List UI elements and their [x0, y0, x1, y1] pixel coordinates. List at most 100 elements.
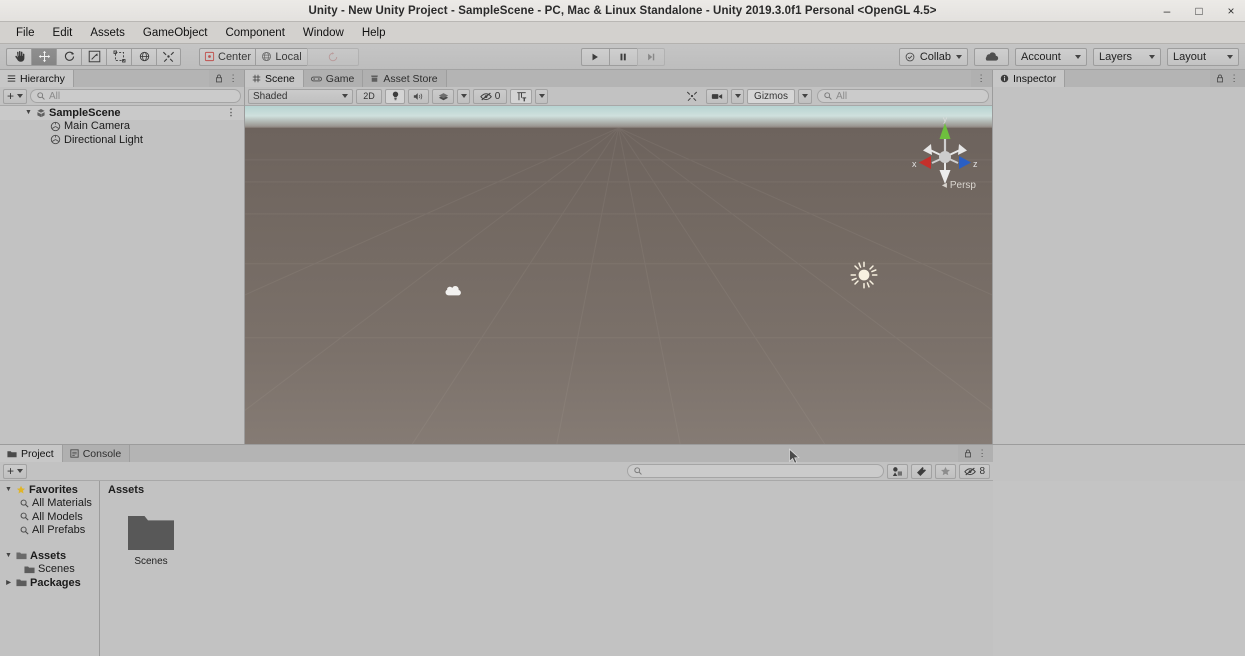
- hidden-objects-count: 0: [494, 90, 501, 102]
- main-camera-gizmo[interactable]: [444, 283, 466, 299]
- scene-camera-button[interactable]: [706, 88, 728, 104]
- lock-icon[interactable]: [215, 74, 223, 83]
- project-tree-assets[interactable]: ▼ Assets: [0, 549, 99, 563]
- kebab-icon[interactable]: ⋮: [1230, 73, 1239, 84]
- project-tree-packages[interactable]: ▶ Packages: [0, 576, 99, 590]
- menu-item-assets[interactable]: Assets: [82, 25, 133, 41]
- tab-project[interactable]: Project: [0, 445, 63, 462]
- rect-tool-button[interactable]: [106, 47, 131, 66]
- scene-search-input[interactable]: All: [817, 89, 989, 103]
- tab-game[interactable]: Game: [303, 70, 364, 87]
- step-button[interactable]: [636, 47, 665, 66]
- chevron-down-icon: [1227, 54, 1233, 59]
- disclosure-triangle-icon[interactable]: ▼: [24, 109, 33, 116]
- project-tree-all-models[interactable]: All Models: [0, 510, 99, 524]
- lock-icon[interactable]: [964, 449, 972, 458]
- rotate-tool-button[interactable]: [56, 47, 81, 66]
- collab-history-button[interactable]: [307, 47, 360, 66]
- kebab-icon[interactable]: ⋮: [227, 107, 237, 118]
- custom-editor-tool-button[interactable]: [156, 47, 181, 66]
- toggle-2d-button[interactable]: 2D: [356, 88, 382, 104]
- persp-text: Persp: [949, 180, 976, 191]
- disclosure-triangle-icon[interactable]: ▼: [4, 552, 13, 559]
- minimize-button[interactable]: –: [1159, 5, 1175, 17]
- tab-scene[interactable]: Scene: [245, 70, 304, 87]
- play-button[interactable]: [580, 47, 609, 66]
- menu-item-help[interactable]: Help: [354, 25, 394, 41]
- menu-item-component[interactable]: Component: [217, 25, 292, 41]
- lock-icon[interactable]: [1216, 74, 1224, 83]
- scene-viewport[interactable]: y x z ◂ Persp: [245, 106, 992, 444]
- project-tree-all-materials[interactable]: All Materials: [0, 497, 99, 511]
- kebab-icon[interactable]: ⋮: [977, 73, 986, 84]
- account-button[interactable]: Account: [1015, 47, 1087, 66]
- project-visibility-count: 8: [979, 465, 985, 477]
- scale-tool-button[interactable]: [81, 47, 106, 66]
- menu-item-gameobject[interactable]: GameObject: [135, 25, 216, 41]
- scene-icon: [36, 108, 46, 118]
- hidden-objects-button[interactable]: 0: [473, 88, 507, 104]
- collab-button[interactable]: Collab: [898, 47, 968, 66]
- hierarchy-item-directional-light[interactable]: Directional Light: [0, 133, 244, 147]
- scene-projection-label[interactable]: ◂ Persp: [942, 180, 976, 191]
- audio-toggle-button[interactable]: [408, 88, 429, 104]
- gizmos-dropdown[interactable]: [798, 88, 812, 104]
- hierarchy-search-input[interactable]: All: [30, 89, 241, 103]
- close-button[interactable]: ×: [1223, 5, 1239, 17]
- menu-item-edit[interactable]: Edit: [45, 25, 81, 41]
- hand-tool-button[interactable]: [6, 47, 31, 66]
- disclosure-triangle-icon[interactable]: ▼: [4, 486, 13, 493]
- project-tree-all-prefabs[interactable]: All Prefabs: [0, 524, 99, 538]
- hierarchy-create-button[interactable]: +: [3, 88, 28, 104]
- pause-button[interactable]: [608, 47, 637, 66]
- tab-hierarchy[interactable]: Hierarchy: [0, 70, 74, 87]
- search-icon: [824, 92, 832, 100]
- gizmos-button[interactable]: Gizmos: [747, 88, 795, 104]
- asset-item-scenes[interactable]: Scenes: [118, 512, 184, 567]
- hierarchy-item-samplescene[interactable]: ▼ SampleScene ⋮: [0, 106, 244, 120]
- inspector-panel: Inspector ⋮: [993, 70, 1245, 444]
- pivot-rotation-button[interactable]: Local: [255, 47, 308, 66]
- chevron-down-icon: [460, 94, 467, 98]
- eye-off-icon: [480, 92, 493, 101]
- cloud-button[interactable]: [974, 47, 1009, 66]
- project-create-button[interactable]: +: [3, 463, 28, 479]
- project-tree-label: Packages: [30, 576, 81, 589]
- disclosure-triangle-icon[interactable]: ▶: [4, 579, 13, 586]
- project-search-input[interactable]: [627, 464, 885, 478]
- move-tool-button[interactable]: [31, 47, 56, 66]
- layout-button[interactable]: Layout: [1167, 47, 1239, 66]
- scene-tools-button[interactable]: [681, 89, 703, 104]
- kebab-icon[interactable]: ⋮: [229, 73, 238, 84]
- directional-light-gizmo[interactable]: [849, 260, 879, 290]
- chevron-left-icon: ◂: [941, 180, 947, 191]
- pivot-mode-button[interactable]: Center: [199, 47, 256, 66]
- transform-tool-button[interactable]: [131, 47, 156, 66]
- filter-by-type-button[interactable]: [887, 463, 909, 479]
- project-tree-scenes[interactable]: Scenes: [0, 563, 99, 577]
- scene-camera-dropdown[interactable]: [731, 88, 744, 104]
- hierarchy-item-main-camera[interactable]: Main Camera: [0, 120, 244, 134]
- fx-dropdown-button[interactable]: [457, 88, 470, 104]
- layers-button[interactable]: Layers: [1093, 47, 1161, 66]
- fx-toggle-button[interactable]: [432, 88, 454, 104]
- menu-item-file[interactable]: File: [8, 25, 43, 41]
- kebab-icon[interactable]: ⋮: [978, 448, 987, 459]
- tab-inspector[interactable]: Inspector: [993, 70, 1066, 87]
- lighting-toggle-button[interactable]: [385, 88, 405, 104]
- shading-mode-dropdown[interactable]: Shaded: [248, 88, 353, 104]
- menu-item-window[interactable]: Window: [295, 25, 352, 41]
- project-tree-favorites[interactable]: ▼ Favorites: [0, 483, 99, 497]
- filter-by-favorite-button[interactable]: [935, 463, 957, 479]
- project-tree-label: All Prefabs: [32, 524, 86, 537]
- scene-visibility-button[interactable]: [510, 88, 532, 104]
- tab-console[interactable]: Console: [62, 445, 131, 462]
- gamepad-icon: [310, 75, 322, 83]
- project-visibility-button[interactable]: 8: [959, 463, 990, 479]
- maximize-button[interactable]: □: [1191, 5, 1207, 17]
- filter-by-label-button[interactable]: [911, 463, 933, 479]
- tab-asset-store-label: Asset Store: [383, 72, 438, 85]
- tab-asset-store[interactable]: Asset Store: [363, 70, 447, 87]
- search-icon: [20, 499, 29, 508]
- scene-visibility-dropdown[interactable]: [535, 88, 548, 104]
